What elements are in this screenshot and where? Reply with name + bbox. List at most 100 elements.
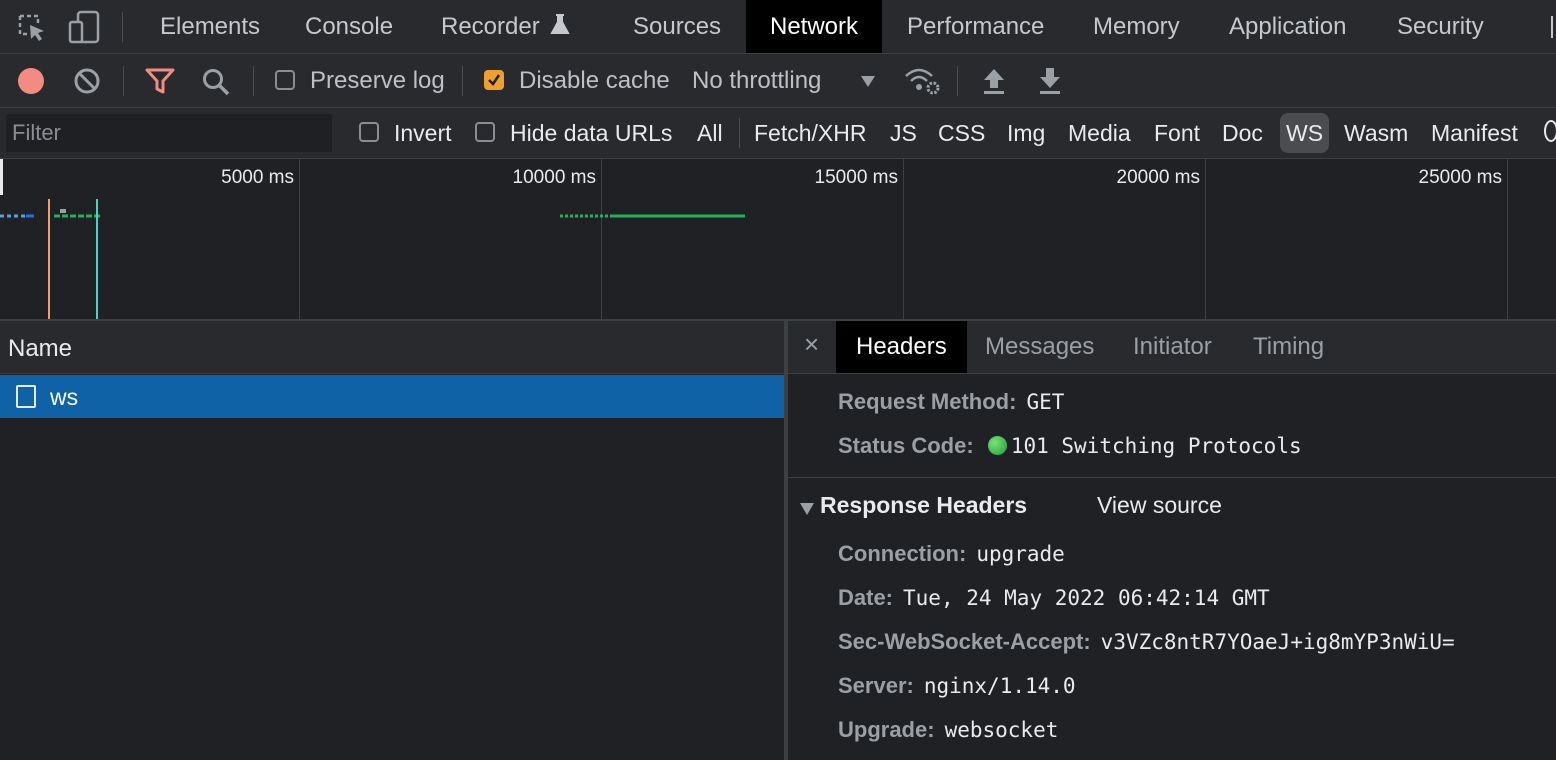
filter-type-js[interactable]: JS [890, 108, 917, 158]
filter-type-wasm[interactable]: Wasm [1344, 108, 1408, 158]
header-row-connection: Connection: upgrade [838, 541, 1065, 567]
header-key: Server: [838, 673, 914, 698]
name-column-header[interactable]: Name [0, 321, 784, 374]
throttling-value: No throttling [692, 67, 822, 94]
response-headers-title: Response Headers [820, 492, 1028, 518]
checkmark-icon [488, 74, 501, 86]
header-key: Date: [838, 585, 894, 610]
details-tab-bar: × Headers Messages Initiator Timing [788, 321, 1556, 374]
divider [739, 118, 740, 148]
grid-line [903, 159, 904, 319]
document-icon [16, 385, 36, 408]
header-key: Connection: [838, 541, 967, 566]
invert-checkbox[interactable] [359, 122, 379, 142]
tab-initiator[interactable]: Initiator [1133, 321, 1212, 373]
header-value: nginx/1.14.0 [923, 674, 1076, 698]
tick-label-20000: 20000 ms [1116, 167, 1200, 188]
more-filter-types-edge [1544, 120, 1556, 146]
filter-type-ws[interactable]: WS [1280, 113, 1330, 153]
status-indicator-icon [987, 436, 1007, 455]
filter-type-media[interactable]: Media [1068, 108, 1131, 158]
close-icon[interactable]: × [804, 329, 819, 360]
header-key: Sec-WebSocket-Accept: [838, 629, 1091, 654]
timeline-overview[interactable]: 5000 ms 10000 ms 15000 ms 20000 ms 25000… [0, 159, 1556, 321]
divider [253, 66, 254, 96]
request-activity-bars [0, 199, 745, 319]
filter-type-fetch-xhr[interactable]: Fetch/XHR [754, 108, 866, 158]
header-value: upgrade [976, 542, 1065, 566]
export-har-icon[interactable] [1037, 66, 1063, 96]
clear-icon[interactable] [73, 67, 101, 95]
devtools-tab-bar: Elements Console Recorder Sources Networ… [0, 0, 1556, 54]
record-icon[interactable] [16, 66, 46, 96]
disable-cache-checkbox[interactable] [484, 70, 504, 90]
header-key: Status Code: [838, 433, 974, 458]
triangle-expanded-icon [800, 503, 814, 515]
preserve-log-checkbox[interactable] [275, 70, 295, 90]
request-name: ws [50, 384, 79, 410]
filter-type-all[interactable]: All [697, 108, 723, 158]
hide-data-urls-checkbox[interactable] [475, 122, 495, 142]
tab-recorder-label: Recorder [441, 13, 540, 40]
import-har-icon[interactable] [981, 66, 1007, 96]
header-value: 101 Switching Protocols [1010, 434, 1302, 458]
tab-network[interactable]: Network [746, 0, 883, 53]
divider [788, 477, 1556, 478]
request-list: Name ws [0, 321, 784, 760]
tab-recorder[interactable]: Recorder [441, 0, 571, 53]
table-row[interactable]: ws [0, 375, 784, 418]
tab-performance[interactable]: Performance [907, 0, 1044, 53]
tab-application[interactable]: Application [1229, 0, 1346, 53]
request-details-panel: × Headers Messages Initiator Timing Requ… [788, 321, 1556, 760]
tab-security[interactable]: Security [1397, 0, 1484, 53]
tab-memory[interactable]: Memory [1093, 0, 1180, 53]
tab-elements[interactable]: Elements [160, 0, 260, 53]
status-code-row: Status Code: 101 Switching Protocols [838, 433, 1302, 459]
network-conditions-icon[interactable] [903, 66, 941, 96]
header-row-server: Server: nginx/1.14.0 [838, 673, 1076, 699]
header-key: Upgrade: [838, 717, 935, 742]
throttling-select[interactable]: No throttling [692, 62, 887, 100]
tab-headers[interactable]: Headers [836, 321, 967, 373]
header-key: Request Method: [838, 389, 1017, 414]
grid-line [1507, 159, 1508, 319]
header-value: Tue, 24 May 2022 06:42:14 GMT [903, 586, 1270, 610]
search-icon[interactable] [201, 67, 231, 97]
dropdown-arrow-icon [861, 76, 875, 87]
hide-data-urls-label: Hide data URLs [510, 120, 673, 146]
request-method-row: Request Method: GET [838, 389, 1064, 415]
filter-bar: Invert Hide data URLs All Fetch/XHR JS C… [0, 108, 1556, 159]
more-tabs-edge [1551, 16, 1553, 38]
tab-messages[interactable]: Messages [985, 321, 1094, 373]
tick-label-15000: 15000 ms [814, 167, 898, 188]
tab-sources[interactable]: Sources [633, 0, 721, 53]
network-toolbar: Preserve log Disable cache No throttling [0, 54, 1556, 108]
tick-label-25000: 25000 ms [1418, 167, 1502, 188]
disable-cache-label: Disable cache [519, 67, 670, 94]
header-value: v3VZc8ntR7YOaeJ+ig8mYP3nWiU= [1100, 630, 1455, 654]
header-row-sec-websocket-accept: Sec-WebSocket-Accept: v3VZc8ntR7YOaeJ+ig8… [838, 629, 1455, 655]
inspect-element-icon[interactable] [16, 12, 48, 42]
filter-icon[interactable] [145, 67, 175, 95]
filter-type-font[interactable]: Font [1154, 108, 1200, 158]
device-toolbar-icon[interactable] [68, 10, 102, 44]
header-row-date: Date: Tue, 24 May 2022 06:42:14 GMT [838, 585, 1270, 611]
experiment-flask-icon [550, 14, 571, 34]
grid-line [1205, 159, 1206, 319]
filter-type-img[interactable]: Img [1007, 108, 1045, 158]
header-value: GET [1026, 390, 1065, 414]
divider [123, 66, 124, 96]
filter-type-css[interactable]: CSS [938, 108, 985, 158]
invert-label: Invert [394, 120, 452, 146]
divider [122, 12, 123, 42]
header-row-upgrade: Upgrade: websocket [838, 717, 1058, 743]
divider [462, 66, 463, 96]
divider [957, 66, 958, 96]
filter-type-doc[interactable]: Doc [1222, 108, 1263, 158]
tab-timing[interactable]: Timing [1253, 321, 1324, 373]
filter-input[interactable] [6, 114, 332, 152]
preserve-log-label: Preserve log [310, 67, 445, 94]
tab-console[interactable]: Console [305, 0, 393, 53]
view-source-link[interactable]: View source [1097, 492, 1222, 519]
filter-type-manifest[interactable]: Manifest [1431, 108, 1518, 158]
